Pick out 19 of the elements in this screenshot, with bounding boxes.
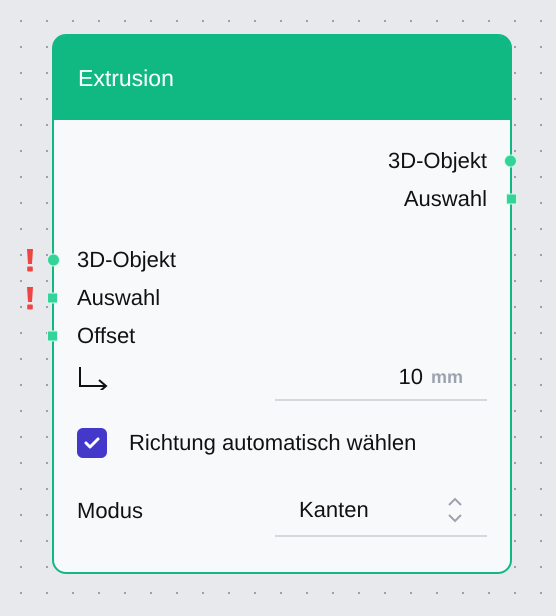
socket-square[interactable] [47,330,58,342]
checkbox-label: Richtung automatisch wählen [129,430,416,456]
mode-label: Modus [77,498,144,524]
output-label: 3D-Objekt [388,148,487,174]
offset-field[interactable]: 10 mm [275,355,487,401]
mode-select[interactable]: Kanten [275,485,487,537]
socket-dot[interactable] [504,154,517,168]
socket-dot[interactable] [47,254,60,266]
socket-square[interactable] [47,292,58,304]
socket-square[interactable] [506,194,517,204]
checkmark-icon [84,437,100,449]
input-label: Offset [77,323,136,349]
turn-arrow-icon [77,366,109,390]
input-label: 3D-Objekt [77,247,176,273]
chevron-up-down-icon [447,496,463,524]
node-title: Extrusion [78,64,174,92]
input-label: Auswahl [77,285,160,311]
checkbox[interactable] [77,428,107,458]
output-label: Auswahl [404,186,487,212]
